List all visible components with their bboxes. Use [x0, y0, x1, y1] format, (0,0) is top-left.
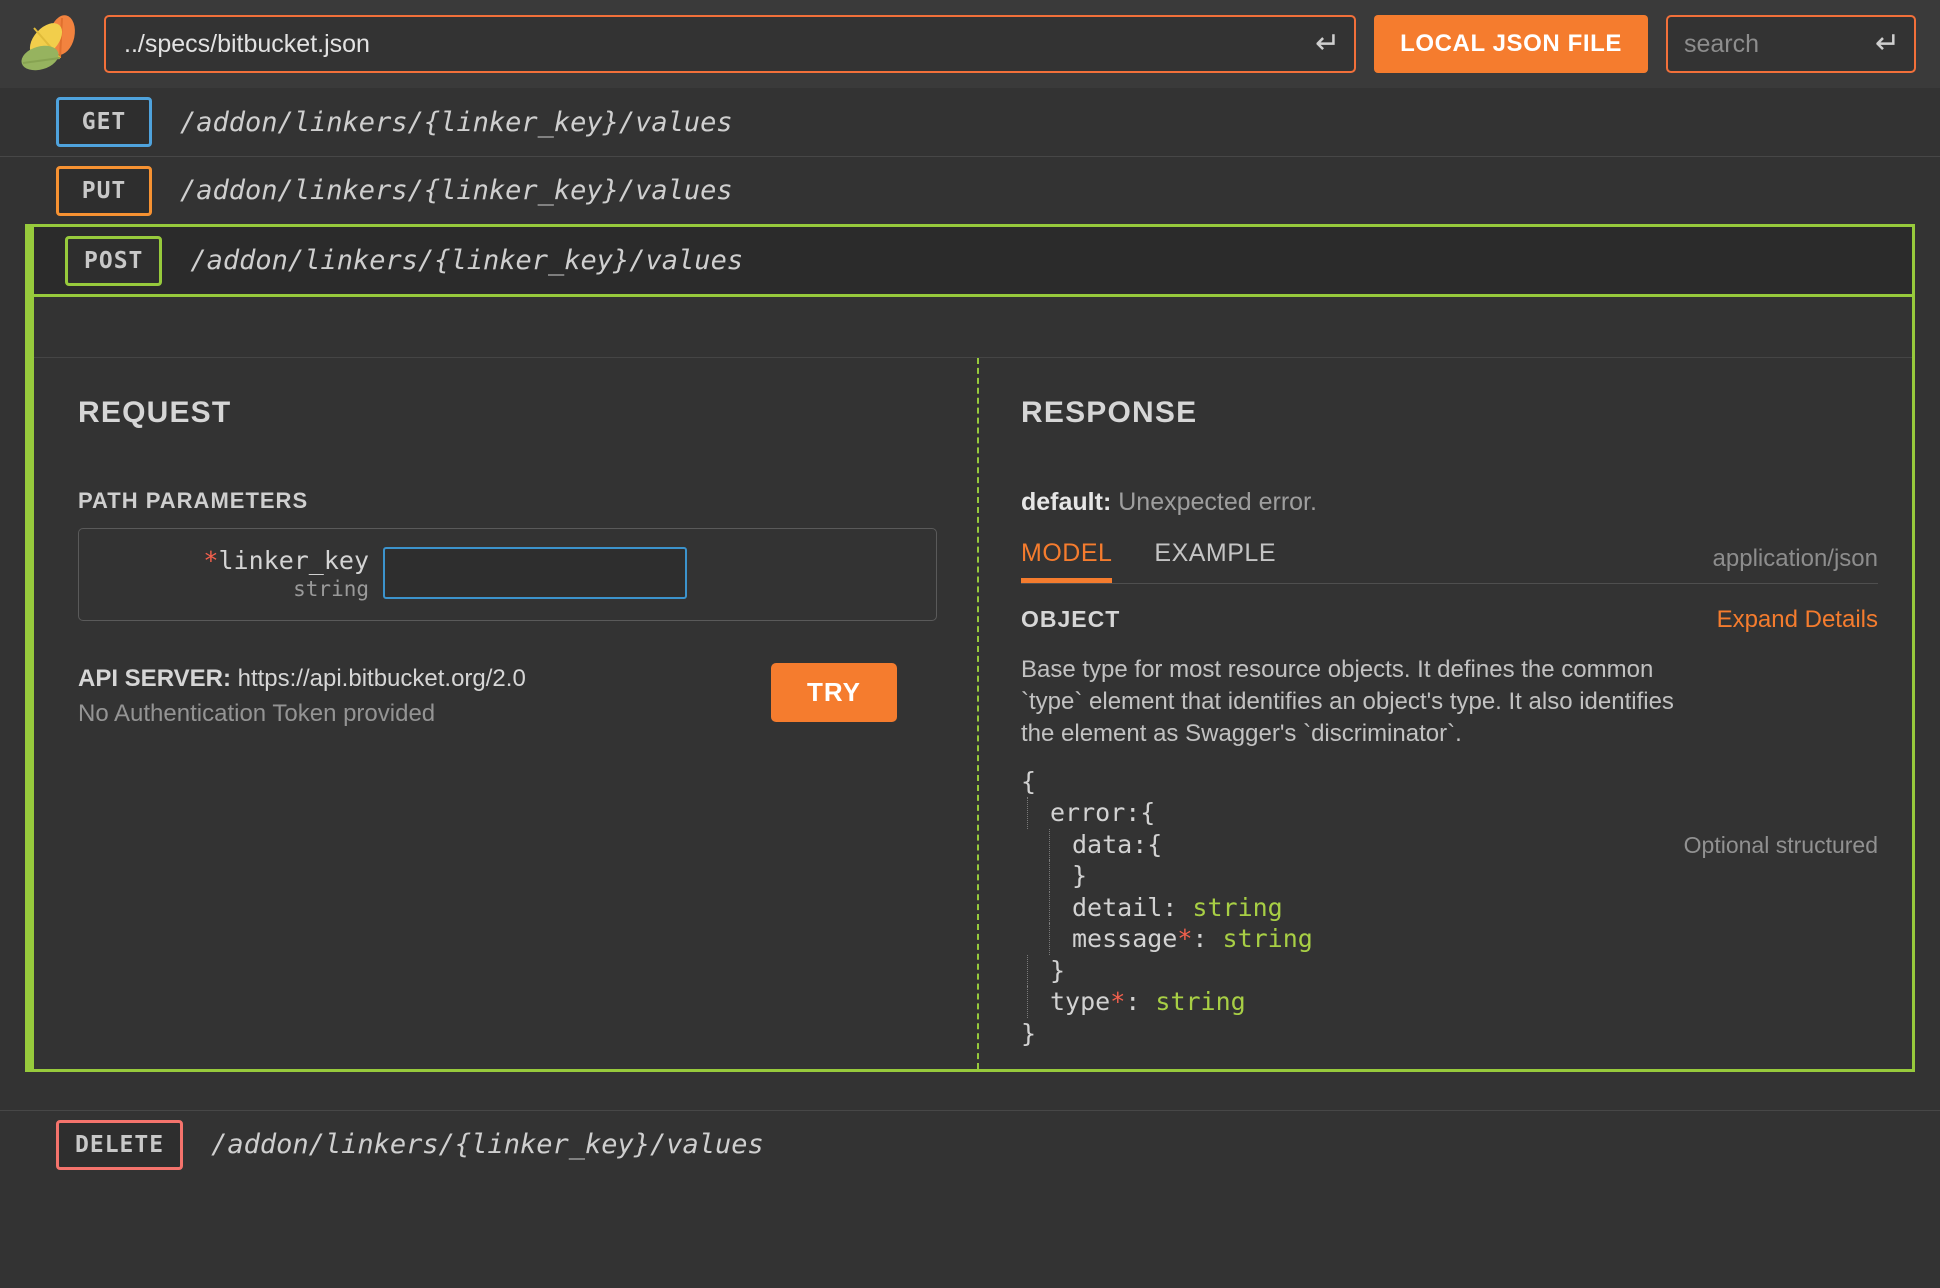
model-tree-text: }: [1021, 1018, 1037, 1048]
spec-url-field-wrapper: ↵: [104, 15, 1357, 73]
model-tree: { error:{ data:{ Optional structured } d…: [1021, 766, 1878, 1050]
param-name-linker-key: *linker_key: [101, 546, 369, 576]
method-badge-delete: DELETE: [56, 1119, 184, 1170]
request-column: REQUEST PATH PARAMETERS *linker_key stri…: [34, 358, 979, 1070]
model-tree-text: }: [1072, 861, 1088, 891]
panel-toolbar-spacer: [34, 297, 1912, 358]
operation-list: GET /addon/linkers/{linker_key}/values P…: [0, 88, 1940, 1179]
response-mime-type: application/json: [1712, 545, 1878, 572]
response-column: RESPONSE default: Unexpected error. MODE…: [979, 358, 1912, 1069]
api-server-text: API SERVER: https://api.bitbucket.org/2.…: [78, 663, 526, 728]
model-tree-text: message: [1072, 924, 1178, 954]
model-tree-note: Optional structured: [1683, 831, 1878, 858]
object-header-row: OBJECT Expand Details: [1021, 606, 1878, 634]
model-tree-line: data:{ Optional structured: [1049, 828, 1878, 861]
response-status-text: Unexpected error.: [1118, 488, 1317, 516]
operation-panel-post: POST /addon/linkers/{linker_key}/values …: [25, 224, 1915, 1073]
response-status-line: default: Unexpected error.: [1021, 488, 1878, 517]
required-asterisk-icon: *: [1177, 924, 1193, 954]
model-tree-line: message *: string: [1049, 923, 1878, 955]
model-tree-type: string: [1192, 892, 1283, 922]
path-parameters-box: *linker_key string: [78, 528, 937, 621]
operation-path-delete: /addon/linkers/{linker_key}/values: [211, 1129, 764, 1161]
api-server-row: API SERVER: https://api.bitbucket.org/2.…: [78, 663, 937, 728]
model-tree-text: detail:: [1072, 892, 1193, 922]
expand-details-link[interactable]: Expand Details: [1717, 606, 1878, 634]
model-tree-line: type *: string: [1027, 986, 1878, 1018]
api-server-line: API SERVER: https://api.bitbucket.org/2.…: [78, 665, 526, 693]
param-label-column: *linker_key string: [101, 546, 383, 602]
model-tree-line: error:{: [1027, 797, 1878, 829]
api-server-url: https://api.bitbucket.org/2.0: [237, 665, 526, 692]
api-server-label: API SERVER:: [78, 665, 231, 692]
param-type-linker-key: string: [293, 576, 369, 601]
model-tree-separator: :: [1192, 924, 1223, 954]
leaf-logo: [21, 15, 75, 71]
search-input[interactable]: [1666, 15, 1916, 73]
operation-row-put[interactable]: PUT /addon/linkers/{linker_key}/values: [0, 156, 1940, 224]
search-field-wrapper: ↵: [1666, 15, 1916, 73]
response-tabs: MODEL EXAMPLE application/json: [1021, 539, 1878, 584]
model-tree-text: }: [1050, 955, 1066, 985]
model-tree-line: }: [1027, 954, 1878, 987]
operation-row-post[interactable]: POST /addon/linkers/{linker_key}/values: [34, 227, 1912, 297]
param-name-text: linker_key: [218, 546, 369, 575]
model-tree-line: {: [1021, 766, 1878, 798]
local-json-file-button[interactable]: LOCAL JSON FILE: [1374, 15, 1648, 73]
param-input-linker-key[interactable]: [383, 547, 687, 599]
operation-path-post: /addon/linkers/{linker_key}/values: [190, 245, 744, 276]
model-tree-type: string: [1155, 987, 1246, 1017]
model-tree-text: data:{: [1072, 829, 1163, 859]
operation-path-put: /addon/linkers/{linker_key}/values: [180, 175, 733, 206]
required-asterisk-icon: *: [203, 546, 219, 575]
model-tree-line: detail: string: [1049, 891, 1878, 924]
path-parameters-title: PATH PARAMETERS: [78, 488, 309, 513]
model-tree-line: }: [1049, 860, 1878, 892]
method-badge-get: GET: [56, 97, 152, 147]
object-type-label: OBJECT: [1021, 606, 1121, 632]
operation-row-get[interactable]: GET /addon/linkers/{linker_key}/values: [0, 88, 1940, 156]
method-badge-put: PUT: [56, 165, 152, 216]
operation-path-get: /addon/linkers/{linker_key}/values: [180, 106, 733, 138]
method-badge-post: POST: [65, 235, 163, 286]
response-status-code: default:: [1021, 488, 1112, 516]
top-toolbar: ↵ LOCAL JSON FILE ↵: [0, 0, 1940, 88]
model-tree-text: error:{: [1050, 798, 1156, 828]
object-description: Base type for most resource objects. It …: [1021, 656, 1674, 747]
model-tree-text: type: [1050, 987, 1111, 1017]
model-tree-type: string: [1222, 924, 1313, 954]
response-title: RESPONSE: [1021, 396, 1198, 429]
required-asterisk-icon: *: [1110, 987, 1126, 1017]
operation-row-delete[interactable]: DELETE /addon/linkers/{linker_key}/value…: [0, 1110, 1940, 1179]
model-tree-line: }: [1021, 1018, 1878, 1050]
auth-token-note: No Authentication Token provided: [78, 700, 436, 727]
model-tree-separator: :: [1125, 987, 1156, 1017]
tab-model[interactable]: MODEL: [1021, 539, 1113, 583]
request-title: REQUEST: [78, 396, 232, 429]
model-tree-text: {: [1021, 766, 1037, 796]
try-button[interactable]: TRY: [770, 663, 897, 722]
tab-example[interactable]: EXAMPLE: [1154, 539, 1276, 583]
panel-body: REQUEST PATH PARAMETERS *linker_key stri…: [34, 358, 1912, 1070]
spec-url-input[interactable]: [104, 15, 1357, 73]
